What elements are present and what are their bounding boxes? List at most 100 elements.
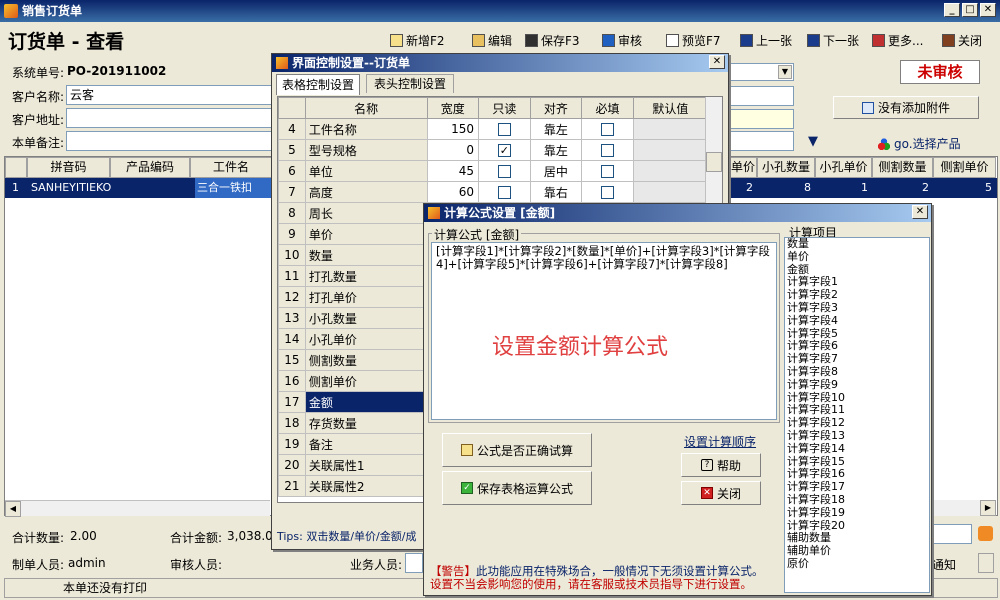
footer-scroll-mini[interactable] bbox=[978, 553, 994, 573]
ui-scroll-thumb[interactable] bbox=[706, 152, 722, 172]
cfg-row-default[interactable] bbox=[632, 118, 709, 140]
cfg-row-name[interactable]: 单价 bbox=[304, 223, 428, 245]
cfg-header[interactable]: 默认值 bbox=[632, 97, 709, 119]
cfg-row-name[interactable]: 打孔单价 bbox=[304, 286, 428, 308]
dropdown-field[interactable]: ▼ bbox=[730, 63, 794, 81]
cfg-header[interactable]: 宽度 bbox=[426, 97, 480, 119]
grid-col-right-4[interactable]: 侧割单价 bbox=[933, 157, 996, 178]
sales-input[interactable] bbox=[405, 553, 423, 573]
cfg-row-align[interactable]: 靠左 bbox=[529, 118, 583, 140]
cfg-row-name[interactable]: 数量 bbox=[304, 244, 428, 266]
cfg-header[interactable]: 名称 bbox=[304, 97, 428, 119]
formula-close-button[interactable]: ✕ bbox=[912, 205, 928, 219]
readonly-checkbox[interactable] bbox=[497, 186, 511, 199]
required-checkbox[interactable] bbox=[600, 165, 614, 178]
toolbar-button-4[interactable]: 预览F7 bbox=[664, 30, 723, 50]
close-button[interactable]: ✕ bbox=[980, 3, 996, 17]
toolbar-button-1[interactable]: 编辑 bbox=[470, 30, 514, 50]
toolbar-button-7[interactable]: 更多... bbox=[870, 30, 925, 50]
set-order-link[interactable]: 设置计算顺序 bbox=[684, 433, 756, 450]
select-product-link[interactable]: go.选择产品 bbox=[878, 135, 961, 152]
cfg-row-default[interactable] bbox=[632, 139, 709, 161]
cfg-row-name[interactable]: 打孔数量 bbox=[304, 265, 428, 287]
tab-grid-settings[interactable]: 表格控制设置 bbox=[276, 74, 360, 95]
cfg-row-readonly[interactable] bbox=[478, 160, 531, 182]
readonly-checkbox[interactable] bbox=[497, 123, 511, 136]
cfg-row-required[interactable] bbox=[581, 181, 634, 203]
toolbar-button-5[interactable]: 上一张 bbox=[738, 30, 794, 50]
save-formula-button[interactable]: ✓ 保存表格运算公式 bbox=[442, 471, 592, 505]
minimize-button[interactable]: _ bbox=[944, 3, 960, 17]
cfg-row-width[interactable]: 45 bbox=[426, 160, 480, 182]
cfg-row-required[interactable] bbox=[581, 118, 634, 140]
ui-panel-close-button[interactable]: ✕ bbox=[709, 55, 725, 69]
cfg-row-width[interactable]: 0 bbox=[426, 139, 480, 161]
grid-col-name[interactable]: 工件名 bbox=[190, 157, 272, 178]
cfg-header[interactable]: 只读 bbox=[478, 97, 531, 119]
list-item[interactable]: 计算字段13 bbox=[785, 429, 929, 443]
required-checkbox[interactable] bbox=[600, 186, 614, 199]
grid-col-right-2[interactable]: 小孔单价 bbox=[815, 157, 872, 178]
attachment-button[interactable]: 没有添加附件 bbox=[833, 96, 979, 119]
toolbar-button-2[interactable]: 保存F3 bbox=[523, 30, 582, 50]
cfg-row-default[interactable] bbox=[632, 160, 709, 182]
list-item[interactable]: 数量 bbox=[785, 238, 929, 251]
table-row[interactable]: 1 SANHEYITIEKO 三合一铁扣 bbox=[5, 178, 275, 198]
cfg-row-width[interactable]: 150 bbox=[426, 118, 480, 140]
list-item[interactable]: 单价 bbox=[785, 250, 929, 264]
grid-col-code[interactable]: 产品编码 bbox=[110, 157, 190, 178]
required-checkbox[interactable] bbox=[600, 144, 614, 157]
list-item[interactable]: 辅助单价 bbox=[785, 544, 929, 558]
cfg-row-name[interactable]: 单位 bbox=[304, 160, 428, 182]
cfg-row-readonly[interactable] bbox=[478, 181, 531, 203]
cfg-row-readonly[interactable] bbox=[478, 118, 531, 140]
tab-header-settings[interactable]: 表头控制设置 bbox=[366, 74, 454, 93]
grid-col-pinyin[interactable]: 拼音码 bbox=[27, 157, 110, 178]
cfg-row-name[interactable]: 小孔数量 bbox=[304, 307, 428, 329]
toolbar-button-3[interactable]: 审核 bbox=[600, 30, 644, 50]
list-item[interactable]: 计算字段19 bbox=[785, 506, 929, 520]
cfg-row-required[interactable] bbox=[581, 160, 634, 182]
cfg-row-required[interactable] bbox=[581, 139, 634, 161]
cfg-row-name[interactable]: 关联属性1 bbox=[304, 454, 428, 476]
toolbar-button-8[interactable]: 关闭 bbox=[940, 30, 984, 50]
cfg-row-name[interactable]: 高度 bbox=[304, 181, 428, 203]
cfg-row-align[interactable]: 居中 bbox=[529, 160, 583, 182]
table-row[interactable]: 4 工件名称 150 靠左 bbox=[278, 118, 709, 140]
grid-col-right-1[interactable]: 小孔数量 bbox=[757, 157, 815, 178]
table-row[interactable]: 7 高度 60 靠右 bbox=[278, 181, 709, 203]
close-dialog-button[interactable]: ✕ 关闭 bbox=[681, 481, 761, 505]
cfg-row-name[interactable]: 存货数量 bbox=[304, 412, 428, 434]
scroll-left-icon[interactable]: ◀ bbox=[5, 501, 21, 517]
cfg-row-name[interactable]: 工件名称 bbox=[304, 118, 428, 140]
cfg-row-name[interactable]: 小孔单价 bbox=[304, 328, 428, 350]
calc-items-list[interactable]: 数量 单价 金额 计算字段1 计算字段2 计算字段3 计算字段4 计算字段5 计算字段6 计算字段… bbox=[784, 237, 930, 593]
expand-arrow-icon[interactable]: ▼ bbox=[808, 134, 818, 149]
table-row[interactable]: 6 单位 45 居中 bbox=[278, 160, 709, 182]
required-checkbox[interactable] bbox=[600, 123, 614, 136]
cfg-row-align[interactable]: 靠左 bbox=[529, 139, 583, 161]
horizontal-scrollbar-right[interactable]: ▶ bbox=[930, 500, 996, 516]
horizontal-scrollbar[interactable]: ◀ bbox=[5, 500, 270, 517]
extra-field-3[interactable] bbox=[730, 131, 794, 151]
cfg-row-name[interactable]: 备注 bbox=[304, 433, 428, 455]
list-item[interactable]: 计算字段9 bbox=[785, 378, 929, 392]
cfg-row-name[interactable]: 侧割单价 bbox=[304, 370, 428, 392]
cfg-row-name[interactable]: 关联属性2 bbox=[304, 475, 428, 497]
rss-icon[interactable] bbox=[978, 526, 993, 541]
footer-input[interactable] bbox=[932, 524, 972, 544]
address-input[interactable] bbox=[66, 108, 272, 128]
toolbar-button-0[interactable]: 新增F2 bbox=[388, 30, 447, 50]
list-item[interactable]: 计算字段3 bbox=[785, 301, 929, 315]
list-item[interactable]: 原价 bbox=[785, 557, 929, 571]
notify-label[interactable]: 通知 bbox=[932, 556, 956, 573]
readonly-checkbox[interactable] bbox=[497, 165, 511, 178]
cfg-row-readonly[interactable]: ✓ bbox=[478, 139, 531, 161]
list-item[interactable]: 计算字段18 bbox=[785, 493, 929, 507]
cfg-row-name[interactable]: 型号规格 bbox=[304, 139, 428, 161]
table-row[interactable]: 5 型号规格 0 ✓ 靠左 bbox=[278, 139, 709, 161]
toolbar-button-6[interactable]: 下一张 bbox=[805, 30, 861, 50]
cfg-header[interactable]: 必填 bbox=[581, 97, 634, 119]
customer-input[interactable]: 云客 bbox=[66, 85, 272, 105]
test-formula-button[interactable]: 公式是否正确试算 bbox=[442, 433, 592, 467]
